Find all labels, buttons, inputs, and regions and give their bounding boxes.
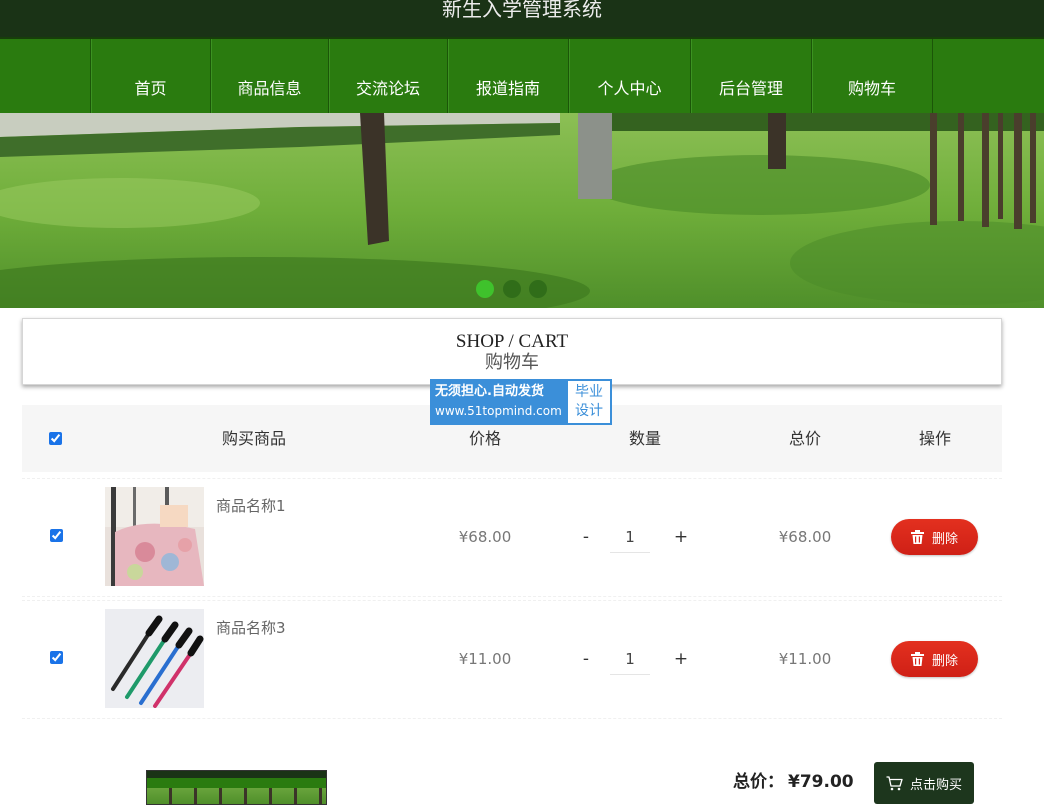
delete-button[interactable]: 删除 (891, 519, 978, 555)
watermark-ad: 无须担心.自动发货 www.51topmind.com 毕业 设计 (430, 379, 612, 425)
quantity-input[interactable] (610, 643, 650, 675)
trash-icon (910, 652, 924, 666)
nav-item-guide[interactable]: 报道指南 (447, 39, 568, 113)
watermark-line1: 无须担心.自动发货 (435, 384, 544, 399)
product-price: ¥68.00 (458, 528, 512, 546)
table-row: 商品名称1 ¥68.00 - + ¥68.00 删除 (22, 478, 1002, 597)
cart-total-label: 总价： (733, 772, 784, 792)
site-title: 新生入学管理系统 (442, 0, 602, 21)
section-title-box: SHOP / CART 购物车 (22, 318, 1002, 385)
quantity-decrement-button[interactable]: - (576, 647, 596, 671)
carousel-dot[interactable] (503, 280, 521, 298)
buy-label: 点击购买 (909, 777, 962, 793)
page-preview-thumbnail (146, 770, 327, 805)
banner-image (0, 113, 1044, 308)
cart-total-value: ¥79.00 (788, 772, 854, 792)
trash-icon (910, 530, 924, 544)
product-name[interactable]: 商品名称1 (216, 497, 286, 515)
nav-item-forum[interactable]: 交流论坛 (328, 39, 447, 113)
delete-label: 删除 (931, 531, 958, 547)
quantity-increment-button[interactable]: + (671, 525, 691, 549)
nav-item-home[interactable]: 首页 (90, 39, 210, 113)
header-total: 总价 (788, 429, 821, 448)
quantity-decrement-button[interactable]: - (576, 525, 596, 549)
section-title-en: SHOP / CART (455, 331, 569, 352)
main-nav: 首页 商品信息 交流论坛 报道指南 个人中心 后台管理 购物车 (0, 37, 1044, 113)
delete-button[interactable]: 删除 (891, 641, 978, 677)
header-product: 购买商品 (221, 429, 286, 448)
site-header: 新生入学管理系统 (0, 0, 1044, 37)
delete-label: 删除 (931, 653, 958, 669)
product-image-bedding[interactable] (105, 487, 204, 586)
watermark-badge: 毕业 设计 (566, 379, 612, 425)
watermark-badge-top: 毕业 (575, 384, 603, 400)
header-action: 操作 (918, 429, 951, 448)
carousel-dot[interactable] (476, 280, 494, 298)
product-name[interactable]: 商品名称3 (216, 619, 286, 637)
product-image-toothbrush[interactable] (105, 609, 204, 708)
row-total: ¥68.00 (778, 528, 832, 546)
quantity-increment-button[interactable]: + (671, 647, 691, 671)
banner-carousel (0, 113, 1044, 308)
watermark-text-block: 无须担心.自动发货 www.51topmind.com (430, 379, 566, 425)
buy-button[interactable]: 点击购买 (874, 762, 974, 804)
nav-item-profile[interactable]: 个人中心 (568, 39, 690, 113)
header-price: 价格 (468, 429, 501, 448)
watermark-badge-bottom: 设计 (575, 403, 603, 419)
cart-icon (886, 775, 903, 790)
cart-total: 总价： ¥79.00 (733, 771, 854, 793)
carousel-dot[interactable] (529, 280, 547, 298)
quantity-input[interactable] (610, 521, 650, 553)
nav-item-products[interactable]: 商品信息 (210, 39, 328, 113)
watermark-url: www.51topmind.com (435, 404, 562, 418)
product-price: ¥11.00 (458, 650, 512, 668)
nav-item-cart[interactable]: 购物车 (811, 39, 933, 113)
header-quantity: 数量 (628, 429, 661, 448)
section-title-cn: 购物车 (485, 352, 539, 373)
row-checkbox[interactable] (50, 529, 63, 542)
nav-item-admin[interactable]: 后台管理 (690, 39, 811, 113)
table-row: 商品名称3 ¥11.00 - + ¥11.00 删除 (22, 600, 1002, 719)
row-checkbox[interactable] (50, 651, 63, 664)
row-total: ¥11.00 (778, 650, 832, 668)
select-all-checkbox[interactable] (49, 432, 62, 445)
